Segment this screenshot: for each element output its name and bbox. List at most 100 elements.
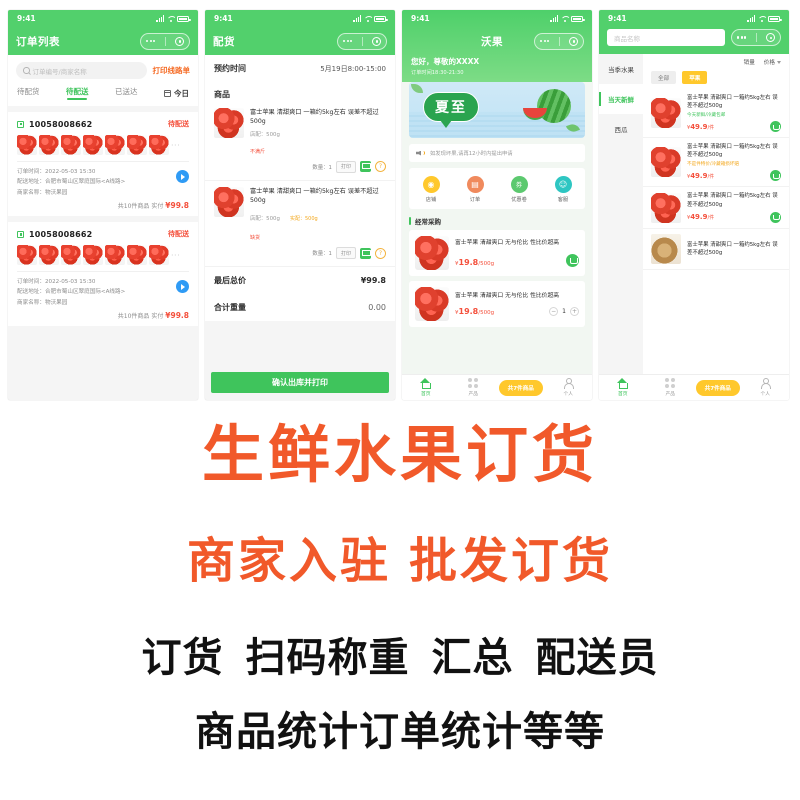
sort-by-sales[interactable]: 销量: [744, 58, 755, 66]
bottom-tabbar: 首页 产品 共7件商品 个人: [599, 374, 789, 400]
close-target-icon[interactable]: [175, 36, 185, 46]
home-icon: [617, 378, 629, 389]
confirm-outbound-print-button[interactable]: 确认出库并打印: [211, 372, 389, 393]
navigate-icon[interactable]: [176, 280, 189, 294]
picking-item[interactable]: 富士苹果 清甜爽口 一箱约5kg左右 误差不超过500g 店配：500g 不满斤…: [205, 102, 395, 181]
tab-products[interactable]: 产品: [450, 378, 498, 397]
quick-action-support[interactable]: ☺ 客服: [541, 176, 585, 203]
quick-action-coupon[interactable]: 券 优惠卷: [497, 176, 541, 203]
increment-button[interactable]: +: [570, 306, 579, 316]
bottom-tabbar: 首页 产品 共7件商品 个人: [402, 374, 592, 400]
order-card[interactable]: 10058008662 待配送 ··· 订单时间：2022-05-03 15:3…: [8, 222, 198, 327]
tab-cart[interactable]: 共7件商品: [694, 379, 742, 396]
add-to-cart-button[interactable]: [770, 121, 781, 133]
order-merchant-line: 商家名称：物沃果园: [17, 188, 157, 198]
quantity-stepper[interactable]: − 1 +: [549, 306, 579, 316]
order-total-amount: ¥99.8: [165, 311, 189, 321]
close-target-icon[interactable]: [766, 33, 776, 42]
sidebar-item-seasonal[interactable]: 当季水果: [599, 54, 643, 84]
price-value: 49.9: [690, 122, 708, 131]
navigate-icon[interactable]: [176, 170, 189, 183]
order-card-header: 10058008662 待配送: [17, 229, 189, 239]
print-route-sheet-button[interactable]: 打印线路单: [153, 65, 191, 76]
tab-home[interactable]: 首页: [599, 378, 647, 397]
tab-pending-delivery[interactable]: 待配送: [66, 86, 89, 100]
product-badge: 今天新鲜/冷藏包邮: [687, 113, 726, 119]
search-input[interactable]: 商品名称: [607, 29, 725, 46]
product-list-item[interactable]: 富士苹果 清甜爽口 一箱约5kg左右 误差不超过500g 不是件特价/冷藏箱损坏…: [643, 138, 789, 188]
quantity-value: 1: [562, 307, 566, 315]
more-icon[interactable]: [342, 39, 353, 43]
mini-program-capsule[interactable]: [140, 32, 190, 50]
quick-action-orders[interactable]: ▤ 订单: [453, 176, 497, 203]
product-card[interactable]: 富士苹果 清甜爽口 无与伦比 性比价超高 ¥19.8/500g − 1 +: [409, 281, 585, 327]
page-title: 配货: [213, 35, 235, 48]
scale-icon-button[interactable]: [360, 161, 371, 173]
product-qty: 数量：1: [312, 251, 332, 258]
close-target-icon[interactable]: [569, 36, 579, 46]
notice-bar[interactable]: 如发现坏果,请再12小时内提出申请: [409, 144, 585, 162]
print-button[interactable]: 打印: [335, 247, 356, 260]
checkbox-icon[interactable]: [17, 120, 24, 128]
product-card[interactable]: 富士苹果 清甜爽口 无与伦比 性比价超高 ¥19.8/500g: [409, 230, 585, 276]
more-icon[interactable]: [145, 39, 156, 43]
tab-products[interactable]: 产品: [647, 378, 695, 397]
more-icon[interactable]: [539, 39, 550, 43]
tab-label: 产品: [665, 392, 676, 397]
tab-cart[interactable]: 共7件商品: [497, 379, 545, 396]
appointment-label: 预约时间: [214, 64, 246, 73]
quick-action-shop[interactable]: ◉ 店铺: [409, 176, 453, 203]
mini-program-capsule[interactable]: [534, 32, 584, 50]
cart-pill-button[interactable]: 共7件商品: [695, 379, 740, 396]
tab-pending-picking[interactable]: 待配货: [17, 86, 40, 100]
mini-program-capsule[interactable]: [731, 29, 781, 46]
product-thumb: [83, 245, 103, 266]
product-thumb: [17, 135, 37, 155]
product-image: [651, 98, 681, 129]
mini-program-capsule[interactable]: [337, 32, 387, 50]
product-card-body: 富士苹果 清甜爽口 无与伦比 性比价超高 ¥19.8/500g: [455, 239, 579, 267]
product-thumb: [39, 135, 59, 155]
product-image: [214, 186, 244, 217]
add-to-cart-button[interactable]: [770, 170, 781, 182]
chip-all[interactable]: 全部: [651, 71, 677, 84]
tab-home[interactable]: 首页: [402, 378, 450, 397]
product-price: ¥49.9/件: [687, 123, 714, 131]
promo-banner[interactable]: 夏至: [409, 82, 585, 138]
help-icon-button[interactable]: ?: [375, 247, 386, 259]
picking-item[interactable]: 富士苹果 清甜爽口 一箱约5kg左右 误差不超过500g 店配：500g 实配：…: [205, 180, 395, 268]
scale-icon-button[interactable]: [360, 247, 371, 259]
product-list-item[interactable]: 富士苹果 清甜爽口 一箱约5kg左右 误差不超过500g 今天新鲜/冷藏包邮 ¥…: [643, 89, 789, 139]
print-button[interactable]: 打印: [335, 160, 356, 173]
chip-apple[interactable]: 苹果: [682, 71, 708, 84]
sidebar-item-watermelon[interactable]: 西瓜: [599, 114, 643, 144]
checkbox-icon[interactable]: [17, 230, 24, 238]
tab-profile[interactable]: 个人: [545, 378, 593, 397]
product-info: 富士苹果 清甜爽口 一箱约5kg左右 误差不超过500g 不是件特价/冷藏箱损坏…: [687, 143, 781, 182]
sort-by-price[interactable]: 价格: [764, 58, 781, 66]
screen2-header: 9:41 配货: [205, 10, 395, 55]
order-card[interactable]: 10058008662 待配送 ··· 订单时间：2022-05-03 15:3…: [8, 112, 198, 217]
tab-label: 首页: [617, 392, 628, 397]
cart-pill-button[interactable]: 共7件商品: [498, 379, 543, 396]
product-list-item[interactable]: 富士苹果 清甜爽口 一箱约5kg左右 误差不超过500g ¥49.9/件: [643, 187, 789, 229]
product-list-item[interactable]: 富士苹果 清甜爽口 一箱约5kg左右 误差不超过500g: [643, 229, 789, 270]
tab-delivered[interactable]: 已送达: [115, 86, 138, 100]
more-icon[interactable]: [736, 36, 747, 39]
help-icon-button[interactable]: ?: [375, 161, 386, 173]
marketing-headline-2a: 商家入驻: [186, 533, 391, 590]
add-to-cart-button[interactable]: [770, 211, 781, 223]
tab-profile[interactable]: 个人: [742, 378, 790, 397]
date-filter[interactable]: 今日: [164, 88, 189, 99]
product-thumb: [61, 135, 81, 155]
order-merchant-value: 物沃果园: [44, 299, 68, 306]
close-target-icon[interactable]: [372, 36, 382, 46]
feature-scan-weigh: 扫码称重: [245, 635, 410, 682]
add-to-cart-button[interactable]: [566, 253, 579, 267]
sidebar-item-fresh-today[interactable]: 当天新鲜: [599, 84, 643, 114]
quick-action-label: 店铺: [425, 197, 437, 203]
search-input[interactable]: 订单编号/商家名称: [16, 62, 147, 79]
capsule-divider: [361, 36, 363, 46]
status-badge: 待配送: [168, 120, 189, 128]
decrement-button[interactable]: −: [549, 306, 559, 316]
